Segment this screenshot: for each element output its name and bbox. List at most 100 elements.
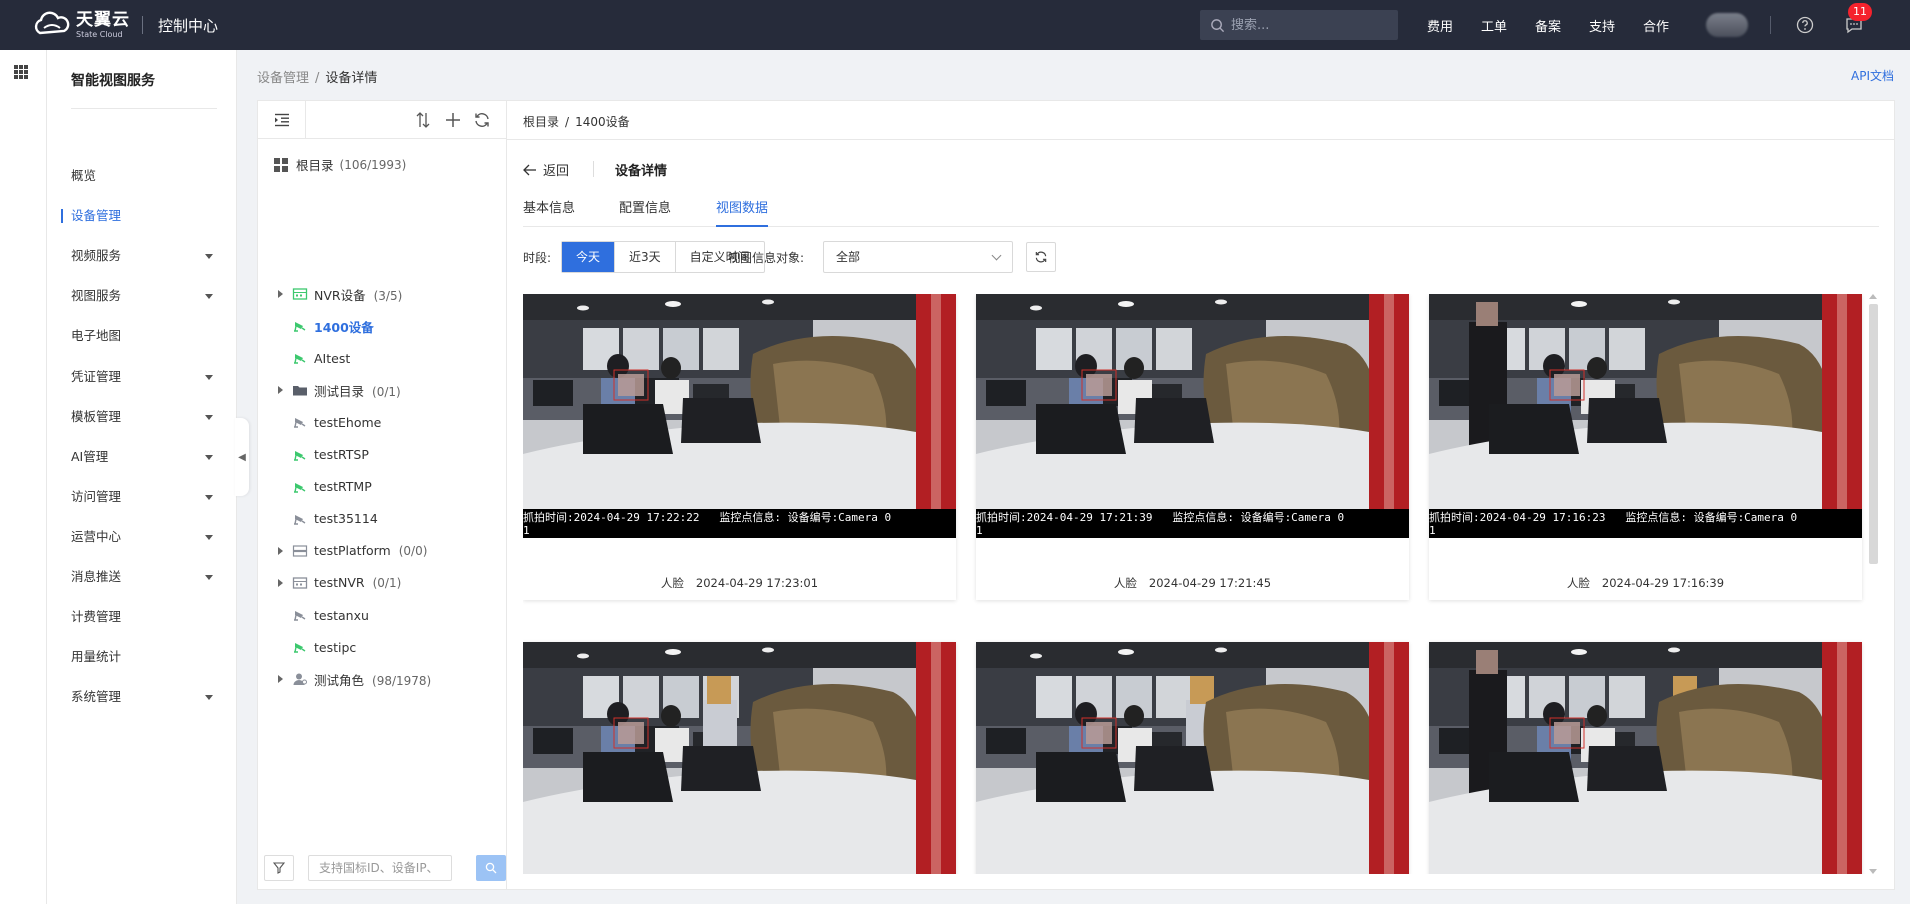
add-icon[interactable] xyxy=(444,111,462,129)
global-search[interactable] xyxy=(1200,10,1398,40)
tree-node[interactable]: testPlatform (0/0) xyxy=(258,539,506,563)
sidebar-item[interactable]: 计费管理 xyxy=(47,602,237,632)
sidebar-item[interactable]: AI管理 xyxy=(47,442,237,472)
tree-search-button[interactable] xyxy=(476,855,506,881)
nav-tickets[interactable]: 工单 xyxy=(1481,16,1507,35)
sidebar-item[interactable]: 概览 xyxy=(47,161,237,191)
nvr-device-icon xyxy=(292,576,308,590)
sidebar-item[interactable]: 用量统计 xyxy=(47,642,237,672)
tree-node-label-wrap: AItest xyxy=(314,351,350,366)
sidebar-item[interactable]: 访问管理 xyxy=(47,482,237,512)
tab-basic-info[interactable]: 基本信息 xyxy=(523,197,575,227)
nav-billing[interactable]: 费用 xyxy=(1427,16,1453,35)
brand-name-en: State Cloud xyxy=(76,29,123,39)
sidebar-item[interactable]: 运营中心 xyxy=(47,522,237,552)
tree-node[interactable]: test35114 xyxy=(258,507,506,531)
snapshot-card[interactable] xyxy=(523,642,956,874)
tab-view-data[interactable]: 视图数据 xyxy=(716,197,769,227)
snapshot-image[interactable]: 抓拍时间:2024-04-29 17:16:23 监控点信息: 设备编号:Cam… xyxy=(1429,294,1862,538)
snapshot-image[interactable] xyxy=(523,642,956,874)
api-doc-link[interactable]: API文档 xyxy=(1851,67,1894,84)
snapshot-type: 人脸 xyxy=(1113,576,1137,590)
tree-node[interactable]: testanxu xyxy=(258,603,506,627)
sort-icon[interactable] xyxy=(414,111,432,129)
snapshot-image[interactable]: 抓拍时间:2024-04-29 17:22:22 监控点信息: 设备编号:Cam… xyxy=(523,294,956,538)
console-title[interactable]: 控制中心 xyxy=(158,15,218,36)
back-button[interactable]: 返回 xyxy=(523,160,569,179)
tree-node-label: testEhome xyxy=(314,414,382,430)
breadcrumb-separator: / xyxy=(565,115,570,129)
tree-node-label: testRTMP xyxy=(314,479,372,495)
snapshot-card[interactable]: 抓拍时间:2024-04-29 17:16:23 监控点信息: 设备编号:Cam… xyxy=(1429,294,1862,600)
refresh-icon[interactable] xyxy=(473,111,491,129)
refresh-button[interactable] xyxy=(1026,242,1056,272)
snapshot-card[interactable] xyxy=(976,642,1409,874)
app-strip xyxy=(0,50,47,904)
object-select[interactable]: 全部 xyxy=(823,241,1013,273)
tree-node[interactable]: testRTSP xyxy=(258,443,506,467)
detail-breadcrumb-root[interactable]: 根目录 xyxy=(523,115,559,129)
expand-arrow-icon[interactable] xyxy=(278,578,283,587)
tree-node-label-wrap: test35114 xyxy=(314,511,378,526)
apps-grid-icon[interactable] xyxy=(14,65,28,79)
scroll-down-arrow[interactable] xyxy=(1869,869,1877,874)
tree-node[interactable]: 测试角色 (98/1978) xyxy=(258,667,506,691)
period-today[interactable]: 今天 xyxy=(562,242,616,272)
snapshot-card[interactable] xyxy=(1429,642,1862,874)
tree-root[interactable]: 根目录 (106/1993) xyxy=(274,155,406,174)
object-select-value: 全部 xyxy=(836,250,861,264)
sidebar-item[interactable]: 模板管理 xyxy=(47,402,237,432)
sidebar-item[interactable]: 凭证管理 xyxy=(47,362,237,392)
expand-arrow-icon[interactable] xyxy=(278,675,283,684)
caption-line: 1 xyxy=(976,524,983,537)
sidebar-item[interactable]: 视频服务 xyxy=(47,241,237,271)
nav-support[interactable]: 支持 xyxy=(1589,16,1615,35)
expand-arrow-icon[interactable] xyxy=(278,546,283,555)
sidebar-item[interactable]: 电子地图 xyxy=(47,321,237,351)
caret-down-icon xyxy=(205,494,213,500)
sidebar-item-label: 访问管理 xyxy=(71,488,122,504)
snapshot-card[interactable]: 抓拍时间:2024-04-29 17:21:39 监控点信息: 设备编号:Cam… xyxy=(976,294,1409,600)
tree-filter-button[interactable] xyxy=(264,855,294,881)
tree-node[interactable]: 1400设备 xyxy=(258,314,506,338)
camera-icon xyxy=(292,351,308,365)
tree-node[interactable]: testEhome xyxy=(258,410,506,434)
snapshot-card[interactable]: 抓拍时间:2024-04-29 17:22:22 监控点信息: 设备编号:Cam… xyxy=(523,294,956,600)
expand-arrow-icon[interactable] xyxy=(278,386,283,395)
tree-node[interactable]: testipc xyxy=(258,635,506,659)
scroll-up-arrow[interactable] xyxy=(1869,294,1877,299)
nav-filing[interactable]: 备案 xyxy=(1535,16,1561,35)
nav-partner[interactable]: 合作 xyxy=(1643,16,1669,35)
tree-indent-button[interactable] xyxy=(258,101,306,139)
tree-node[interactable]: NVR设备 (3/5) xyxy=(258,282,506,306)
tree-node[interactable]: testRTMP xyxy=(258,475,506,499)
snapshot-overlay-caption: 抓拍时间:2024-04-29 17:21:39 监控点信息: 设备编号:Cam… xyxy=(976,509,1409,538)
sidebar-item[interactable]: 系统管理 xyxy=(47,682,237,712)
global-search-input[interactable] xyxy=(1231,17,1391,33)
tab-config-info[interactable]: 配置信息 xyxy=(619,197,671,227)
divider xyxy=(507,139,1895,140)
tree-search-input[interactable] xyxy=(308,855,452,881)
help-icon[interactable] xyxy=(1796,16,1814,34)
sidebar-item[interactable]: 视图服务 xyxy=(47,281,237,311)
period-last-3-days[interactable]: 近3天 xyxy=(615,242,676,272)
caret-down-icon xyxy=(205,374,213,380)
sidebar-item[interactable]: 设备管理 xyxy=(47,201,237,231)
scrollbar-thumb[interactable] xyxy=(1869,304,1878,564)
tree-node[interactable]: testNVR (0/1) xyxy=(258,571,506,595)
tree-node[interactable]: AItest xyxy=(258,346,506,370)
tree-node[interactable]: 测试目录 (0/1) xyxy=(258,378,506,402)
brand-logo[interactable]: 天翼云 State Cloud xyxy=(30,10,130,40)
breadcrumb-parent[interactable]: 设备管理 xyxy=(257,71,309,86)
user-avatar[interactable] xyxy=(1706,13,1748,37)
collapse-sidebar-handle[interactable]: ◀ xyxy=(235,418,249,496)
caret-down-icon xyxy=(205,534,213,540)
snapshot-image[interactable] xyxy=(1429,642,1862,874)
snapshot-image[interactable]: 抓拍时间:2024-04-29 17:21:39 监控点信息: 设备编号:Cam… xyxy=(976,294,1409,538)
expand-arrow-icon[interactable] xyxy=(278,290,283,298)
tree-node-label-wrap: testipc xyxy=(314,640,356,655)
tree-node-label-wrap: NVR设备 (3/5) xyxy=(314,285,402,304)
snapshot-image[interactable] xyxy=(976,642,1409,874)
gallery-scrollbar[interactable] xyxy=(1867,294,1879,874)
sidebar-item[interactable]: 消息推送 xyxy=(47,562,237,592)
